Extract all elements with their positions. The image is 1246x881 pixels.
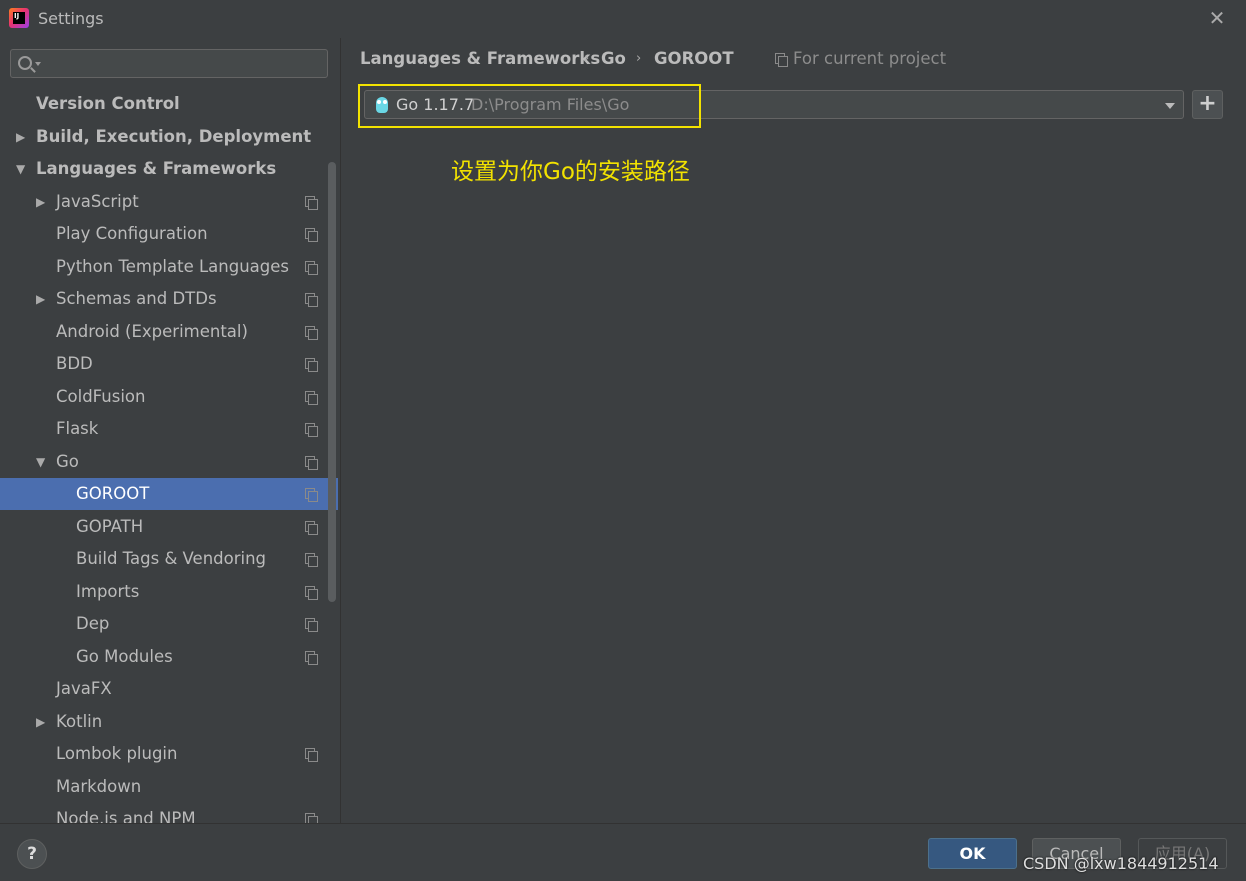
- project-scope-icon: [305, 423, 318, 437]
- tree-item-gopath[interactable]: GOPATH: [0, 511, 340, 543]
- tree-item-play-configuration[interactable]: Play Configuration: [0, 218, 340, 250]
- tree-item-label: Version Control: [36, 94, 180, 113]
- tree-item-schemas-dtds[interactable]: ▶ Schemas and DTDs: [0, 283, 340, 315]
- tree-item-javascript[interactable]: ▶ JavaScript: [0, 186, 340, 218]
- add-sdk-button[interactable]: +: [1192, 90, 1223, 119]
- tree-item-label: Python Template Languages: [56, 257, 289, 276]
- dialog-footer: ? OK Cancel 应用(A) CSDN @lxw1844912514: [0, 823, 1246, 881]
- ok-button[interactable]: OK: [928, 838, 1017, 869]
- tree-item-label: Kotlin: [56, 712, 103, 731]
- tree-item-label: JavaFX: [56, 679, 112, 698]
- breadcrumb-item: GOROOT: [654, 49, 734, 68]
- tree-item-label: Android (Experimental): [56, 322, 248, 341]
- tree-item-dep[interactable]: Dep: [0, 608, 340, 640]
- project-scope-icon: [305, 391, 318, 405]
- tree-item-label: JavaScript: [56, 192, 139, 211]
- tree-item-label: Imports: [76, 582, 140, 601]
- scope-label: For current project: [793, 49, 947, 68]
- project-scope-icon: [305, 813, 318, 823]
- tree-item-flask[interactable]: Flask: [0, 413, 340, 445]
- tree-item-label: Markdown: [56, 777, 142, 796]
- tree-item-label: BDD: [56, 354, 93, 373]
- tree-item-goroot[interactable]: GOROOT: [0, 478, 338, 510]
- tree-item-label: GOPATH: [76, 517, 144, 536]
- tree-item-label: Lombok plugin: [56, 744, 178, 763]
- project-scope-icon: [305, 326, 318, 340]
- settings-sidebar: Version Control ▶ Build, Execution, Depl…: [0, 38, 340, 823]
- tree-item-label: Go: [56, 452, 79, 471]
- settings-content-panel: Languages & Frameworks › Go › GOROOT For…: [341, 38, 1246, 823]
- collapse-arrow-icon[interactable]: ▼: [16, 153, 25, 185]
- tree-item-kotlin[interactable]: ▶ Kotlin: [0, 706, 340, 738]
- project-scope-icon: [305, 748, 318, 762]
- project-scope-icon: [305, 586, 318, 600]
- search-options-caret-icon[interactable]: [35, 62, 41, 66]
- tree-item-python-template-languages[interactable]: Python Template Languages: [0, 251, 340, 283]
- tree-item-imports[interactable]: Imports: [0, 576, 340, 608]
- expand-arrow-icon[interactable]: ▶: [16, 121, 25, 153]
- annotation-highlight-box: [358, 84, 701, 128]
- tree-item-lombok-plugin[interactable]: Lombok plugin: [0, 738, 340, 770]
- tree-item-label: Build, Execution, Deployment: [36, 127, 312, 146]
- title-bar: IJ Settings ✕: [0, 0, 1246, 38]
- search-input[interactable]: [10, 49, 328, 78]
- tree-item-build-execution-deployment[interactable]: ▶ Build, Execution, Deployment: [0, 121, 340, 153]
- tree-item-go[interactable]: ▼ Go: [0, 446, 340, 478]
- tree-item-label: GOROOT: [76, 484, 150, 503]
- window-title: Settings: [38, 9, 104, 28]
- tree-item-languages-frameworks[interactable]: ▼ Languages & Frameworks: [0, 153, 340, 185]
- breadcrumb-item: Languages & Frameworks: [360, 49, 601, 68]
- project-scope-icon: [305, 358, 318, 372]
- tree-item-label: Play Configuration: [56, 224, 208, 243]
- project-scope-icon: [305, 488, 318, 502]
- project-scope-icon: [305, 196, 318, 210]
- tree-item-label: Go Modules: [76, 647, 173, 666]
- project-scope-icon: [305, 553, 318, 567]
- project-scope-icon: [305, 456, 318, 470]
- tree-item-nodejs-npm[interactable]: Node.js and NPM: [0, 803, 340, 823]
- tree-item-android-experimental[interactable]: Android (Experimental): [0, 316, 340, 348]
- project-scope-icon: [305, 228, 318, 242]
- breadcrumb-separator-icon: ›: [584, 51, 590, 66]
- tree-item-label: Build Tags & Vendoring: [76, 549, 267, 568]
- scope-indicator: For current project: [775, 49, 946, 68]
- tree-item-javafx[interactable]: JavaFX: [0, 673, 340, 705]
- close-icon[interactable]: ✕: [1206, 7, 1228, 29]
- project-scope-icon: [305, 651, 318, 665]
- tree-item-coldfusion[interactable]: ColdFusion: [0, 381, 340, 413]
- project-scope-icon: [305, 261, 318, 275]
- collapse-arrow-icon[interactable]: ▼: [36, 446, 45, 478]
- sidebar-scrollbar[interactable]: [328, 162, 336, 602]
- help-button[interactable]: ?: [17, 839, 47, 869]
- expand-arrow-icon[interactable]: ▶: [36, 706, 45, 738]
- breadcrumb-separator-icon: ›: [636, 51, 642, 66]
- watermark: CSDN @lxw1844912514: [1023, 854, 1219, 873]
- tree-item-label: Languages & Frameworks: [36, 159, 277, 178]
- project-scope-icon: [305, 521, 318, 535]
- search-icon: [18, 56, 32, 70]
- breadcrumb-item: Go: [601, 49, 626, 68]
- chevron-down-icon[interactable]: [1165, 103, 1175, 109]
- tree-item-go-modules[interactable]: Go Modules: [0, 641, 340, 673]
- expand-arrow-icon[interactable]: ▶: [36, 186, 45, 218]
- intellij-logo-icon: IJ: [9, 8, 29, 28]
- project-scope-icon: [305, 293, 318, 307]
- tree-item-bdd[interactable]: BDD: [0, 348, 340, 380]
- tree-item-markdown[interactable]: Markdown: [0, 771, 340, 803]
- tree-item-label: Schemas and DTDs: [56, 289, 217, 308]
- project-scope-icon: [305, 618, 318, 632]
- tree-item-version-control[interactable]: Version Control: [0, 88, 340, 120]
- tree-item-label: Node.js and NPM: [56, 809, 196, 823]
- tree-item-label: Flask: [56, 419, 99, 438]
- tree-item-label: Dep: [76, 614, 110, 633]
- expand-arrow-icon[interactable]: ▶: [36, 283, 45, 315]
- annotation-text: 设置为你Go的安装路径: [451, 159, 690, 185]
- tree-item-label: ColdFusion: [56, 387, 146, 406]
- tree-item-build-tags-vendoring[interactable]: Build Tags & Vendoring: [0, 543, 340, 575]
- project-scope-icon: [775, 53, 788, 67]
